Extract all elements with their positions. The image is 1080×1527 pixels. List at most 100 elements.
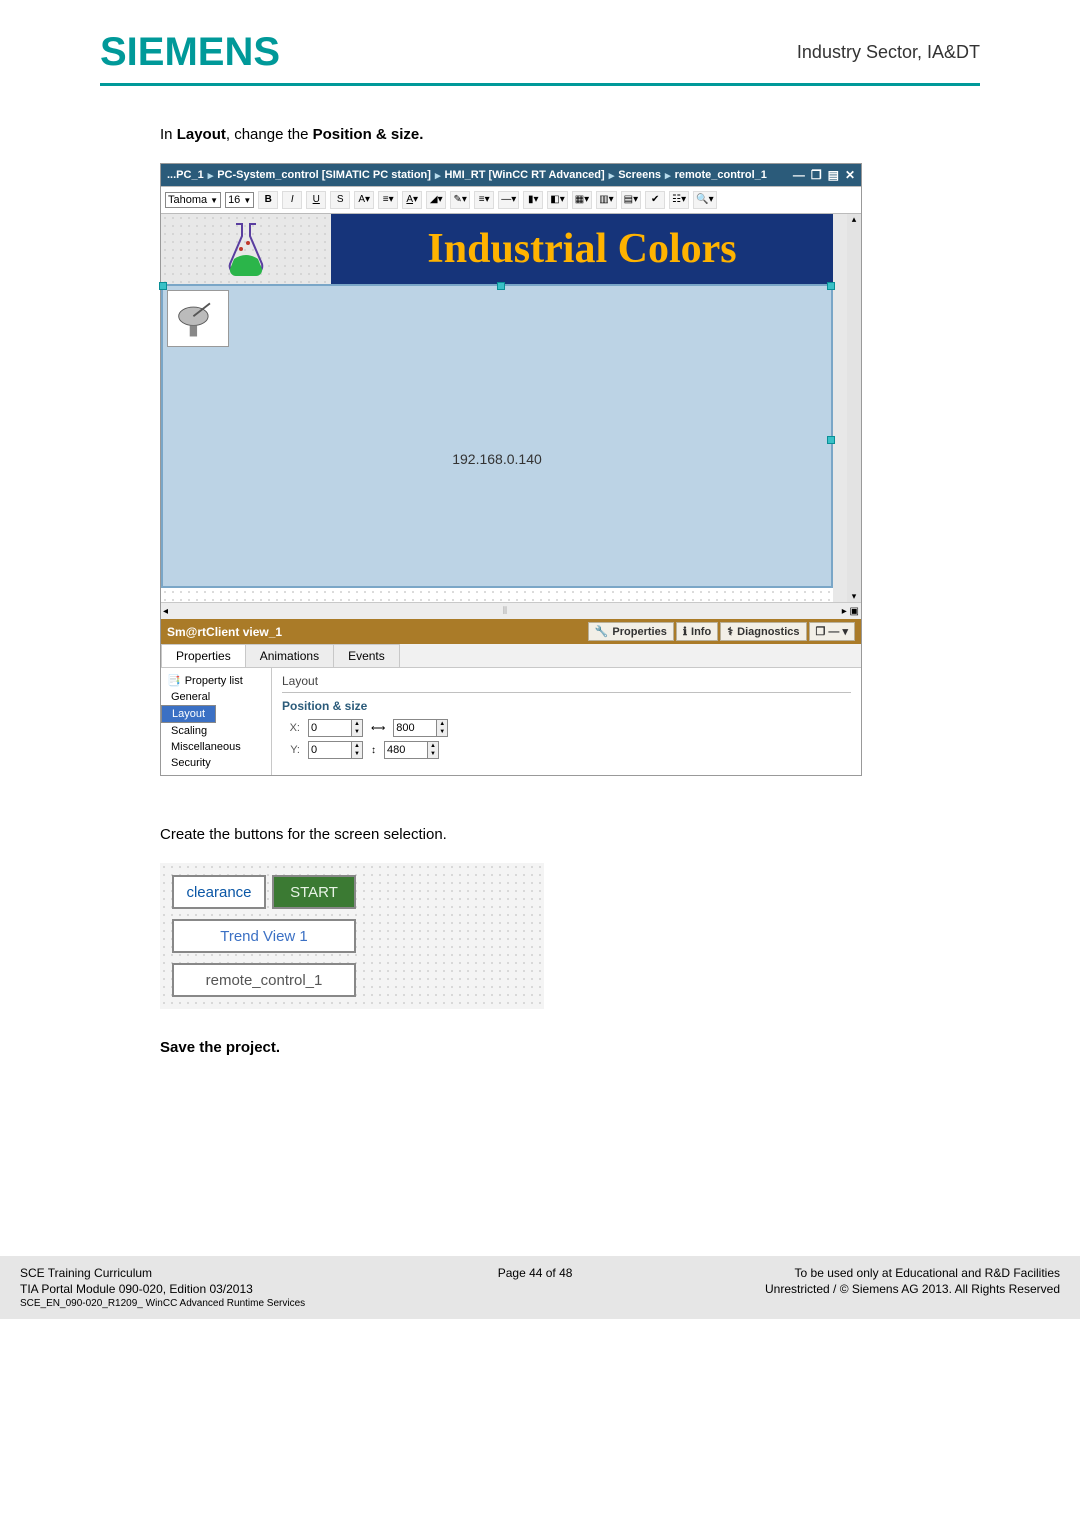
v-scrollbar[interactable]: ▴▾ xyxy=(847,214,861,602)
crumb[interactable]: ...PC_1 xyxy=(167,169,204,181)
resize-handle[interactable] xyxy=(827,282,835,290)
nav-layout[interactable]: Layout xyxy=(161,705,216,723)
spin-down-icon[interactable]: ▼ xyxy=(428,750,438,758)
nav-header: Property list xyxy=(185,675,243,687)
text: , change the xyxy=(226,126,313,143)
list-icon: 📑 xyxy=(167,674,181,687)
style4-button[interactable]: ▥▾ xyxy=(596,191,616,209)
underline-button[interactable]: U xyxy=(306,191,326,209)
tab-events[interactable]: Events xyxy=(333,644,400,667)
nav-scaling[interactable]: Scaling xyxy=(161,723,271,739)
clearance-button[interactable]: clearance xyxy=(172,875,266,909)
x-input[interactable]: ▲▼ xyxy=(308,719,363,737)
info-icon: ℹ xyxy=(683,625,687,638)
case-button[interactable]: A▾ xyxy=(354,191,374,209)
resize-handle[interactable] xyxy=(827,436,835,444)
inspector-window-controls[interactable]: ❐ — ▾ xyxy=(809,622,856,641)
footer-line: TIA Portal Module 090-020, Edition 03/20… xyxy=(20,1282,305,1296)
screen-title: Industrial Colors xyxy=(331,214,833,284)
start-button[interactable]: START xyxy=(272,875,356,909)
property-nav: 📑 Property list General Layout Scaling Mi… xyxy=(161,668,272,775)
w-field[interactable] xyxy=(394,720,436,736)
style5-button[interactable]: ▤▾ xyxy=(621,191,641,209)
tia-editor-screenshot: ...PC_1 ▸ PC-System_control [SIMATIC PC s… xyxy=(160,163,862,776)
bold-button[interactable]: B xyxy=(258,191,278,209)
smartclient-view[interactable]: 192.168.0.140 xyxy=(161,284,833,588)
style2-button[interactable]: ◧▾ xyxy=(547,191,567,209)
list-button[interactable]: ≡▾ xyxy=(474,191,494,209)
properties-icon: 🔧 xyxy=(595,625,609,638)
ip-address-label: 192.168.0.140 xyxy=(452,451,542,467)
spin-down-icon[interactable]: ▼ xyxy=(352,750,362,758)
diagnostics-icon: ⚕ xyxy=(727,625,733,638)
align-button[interactable]: ≡▾ xyxy=(378,191,398,209)
style1-button[interactable]: ▮▾ xyxy=(523,191,543,209)
x-field[interactable] xyxy=(309,720,351,736)
resize-handle[interactable] xyxy=(497,282,505,290)
y-input[interactable]: ▲▼ xyxy=(308,741,363,759)
tab-diagnostics[interactable]: ⚕Diagnostics xyxy=(720,622,806,641)
spin-up-icon[interactable]: ▲ xyxy=(352,742,362,750)
h-input[interactable]: ▲▼ xyxy=(384,741,439,759)
spin-up-icon[interactable]: ▲ xyxy=(437,720,447,728)
crumb[interactable]: PC-System_control [SIMATIC PC station] xyxy=(217,169,431,181)
y-label: Y: xyxy=(282,744,300,756)
instruction-2: Create the buttons for the screen select… xyxy=(160,826,980,843)
font-select[interactable]: Tahoma▼ xyxy=(165,192,221,208)
nav-misc[interactable]: Miscellaneous xyxy=(161,739,271,755)
close-icon[interactable]: ✕ xyxy=(845,168,855,182)
y-field[interactable] xyxy=(309,742,351,758)
h-field[interactable] xyxy=(385,742,427,758)
chevron-down-icon: ▼ xyxy=(243,196,251,205)
check-button[interactable]: ✔ xyxy=(645,191,665,209)
height-icon: ↕ xyxy=(371,745,376,756)
fillcolor-button[interactable]: ◢▾ xyxy=(426,191,446,209)
scroll-down-icon[interactable]: ▾ xyxy=(852,591,857,602)
screen-canvas[interactable]: Industrial Colors 192.168.0.140 xyxy=(161,214,847,602)
property-panel: Layout Position & size X: ▲▼ ⟷ ▲▼ Y: ▲▼ … xyxy=(272,668,861,775)
h-scrollbar[interactable]: ◂ ⦀ ▸ ▣ xyxy=(161,602,861,619)
scroll-right-icon[interactable]: ▸ ▣ xyxy=(842,606,859,617)
tab-info[interactable]: ℹ Info xyxy=(676,622,718,641)
nav-security[interactable]: Security xyxy=(161,755,271,771)
restore-icon[interactable]: ▤ xyxy=(828,168,839,182)
tab-label: Info xyxy=(691,626,711,638)
spin-up-icon[interactable]: ▲ xyxy=(352,720,362,728)
style3-button[interactable]: ▦▾ xyxy=(572,191,592,209)
spin-down-icon[interactable]: ▼ xyxy=(352,728,362,736)
crumb[interactable]: remote_control_1 xyxy=(675,169,767,181)
spin-down-icon[interactable]: ▼ xyxy=(437,728,447,736)
italic-button[interactable]: I xyxy=(282,191,302,209)
page-footer: SCE Training Curriculum TIA Portal Modul… xyxy=(0,1256,1080,1319)
inspector-header: Sm@rtClient view_1 🔧Properties ℹInfo ⚕Di… xyxy=(161,619,861,644)
x-label: X: xyxy=(282,722,300,734)
remotecontrol-button[interactable]: remote_control_1 xyxy=(172,963,356,997)
strike-button[interactable]: S xyxy=(330,191,350,209)
maximize-icon[interactable]: ❐ xyxy=(811,168,822,182)
scroll-thumb[interactable]: ⦀ xyxy=(168,606,842,617)
property-tabs: Properties Animations Events xyxy=(161,644,861,668)
crumb[interactable]: Screens xyxy=(618,169,661,181)
layer-button[interactable]: ☷▾ xyxy=(669,191,689,209)
w-input[interactable]: ▲▼ xyxy=(393,719,448,737)
chevron-down-icon: ▼ xyxy=(210,196,218,205)
linecolor-button[interactable]: ✎▾ xyxy=(450,191,470,209)
minimize-icon[interactable]: — xyxy=(793,168,805,182)
chevron-right-icon: ▸ xyxy=(435,169,441,182)
fontsize-select[interactable]: 16▼ xyxy=(225,192,254,208)
tab-properties-sub[interactable]: Properties xyxy=(161,644,246,667)
fontcolor-button[interactable]: A▾ xyxy=(402,191,422,209)
zoom-button[interactable]: 🔍▾ xyxy=(693,191,716,209)
fontsize-value: 16 xyxy=(228,194,240,206)
nav-general[interactable]: General xyxy=(161,689,271,705)
trendview-button[interactable]: Trend View 1 xyxy=(172,919,356,953)
font-value: Tahoma xyxy=(168,194,207,206)
tab-animations[interactable]: Animations xyxy=(245,644,334,667)
tab-properties[interactable]: 🔧Properties xyxy=(588,622,674,641)
scroll-up-icon[interactable]: ▴ xyxy=(852,214,857,225)
crumb[interactable]: HMI_RT [WinCC RT Advanced] xyxy=(444,169,604,181)
spin-up-icon[interactable]: ▲ xyxy=(428,742,438,750)
resize-handle[interactable] xyxy=(159,282,167,290)
spacing-button[interactable]: —▾ xyxy=(498,191,519,209)
width-icon: ⟷ xyxy=(371,723,385,734)
